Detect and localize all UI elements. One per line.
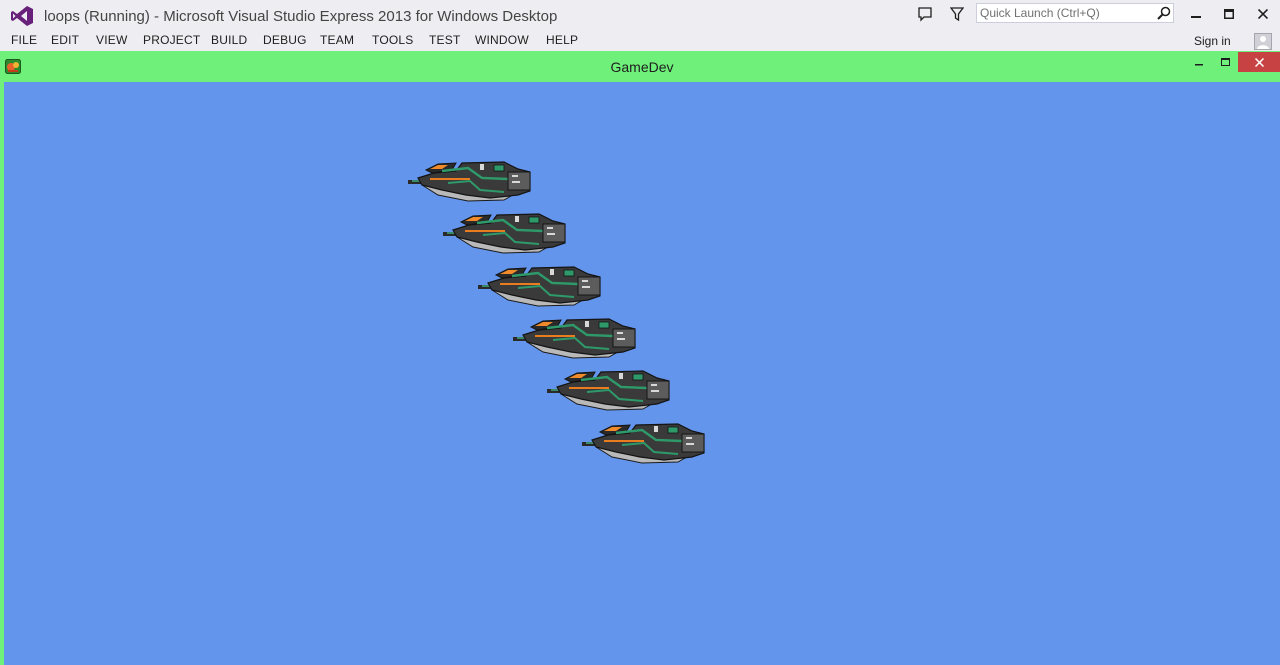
game-titlebar[interactable]: GameDev	[0, 51, 1280, 81]
quick-launch-input[interactable]	[980, 5, 1150, 21]
minimize-icon	[1195, 64, 1203, 66]
maximize-icon	[1220, 58, 1230, 66]
menu-window[interactable]: WINDOW	[475, 33, 529, 47]
spaceship-sprite	[478, 266, 602, 308]
visual-studio-logo-icon	[11, 6, 33, 26]
menu-help[interactable]: HELP	[546, 33, 578, 47]
vs-titlebar: loops (Running) - Microsoft Visual Studi…	[0, 0, 1280, 30]
user-account-icon[interactable]	[1254, 33, 1272, 50]
game-maximize-button[interactable]	[1216, 52, 1234, 72]
maximize-button[interactable]	[1213, 2, 1245, 26]
game-close-button[interactable]	[1238, 52, 1280, 72]
menu-view[interactable]: VIEW	[96, 33, 127, 47]
menu-project[interactable]: PROJECT	[143, 33, 200, 47]
game-window-title: GameDev	[610, 59, 674, 75]
menu-test[interactable]: TEST	[429, 33, 460, 47]
menu-bar: FILE EDIT VIEW PROJECT BUILD DEBUG TEAM …	[0, 30, 1280, 51]
game-canvas[interactable]	[4, 82, 1280, 665]
quick-launch-box[interactable]	[976, 3, 1174, 23]
minimize-icon	[1191, 16, 1201, 18]
game-window: GameDev	[0, 51, 1280, 665]
spaceship-sprite	[408, 161, 532, 203]
spaceship-sprite	[582, 423, 706, 465]
close-button[interactable]	[1247, 2, 1279, 26]
filter-icon[interactable]	[947, 4, 967, 24]
menu-file[interactable]: FILE	[11, 33, 37, 47]
spaceship-sprite	[443, 213, 567, 255]
menu-edit[interactable]: EDIT	[51, 33, 79, 47]
search-icon[interactable]	[1157, 6, 1171, 20]
minimize-button[interactable]	[1180, 2, 1212, 26]
menu-team[interactable]: TEAM	[320, 33, 354, 47]
sign-in-link[interactable]: Sign in	[1194, 34, 1231, 48]
menu-tools[interactable]: TOOLS	[372, 33, 413, 47]
spaceship-sprite	[547, 370, 671, 412]
close-icon	[1258, 9, 1268, 19]
close-icon	[1254, 57, 1264, 67]
feedback-icon[interactable]	[915, 4, 935, 24]
window-title: loops (Running) - Microsoft Visual Studi…	[44, 8, 558, 25]
game-minimize-button[interactable]	[1190, 52, 1208, 72]
menu-build[interactable]: BUILD	[211, 33, 247, 47]
spaceship-sprite	[513, 318, 637, 360]
maximize-icon	[1224, 9, 1234, 19]
menu-debug[interactable]: DEBUG	[263, 33, 307, 47]
